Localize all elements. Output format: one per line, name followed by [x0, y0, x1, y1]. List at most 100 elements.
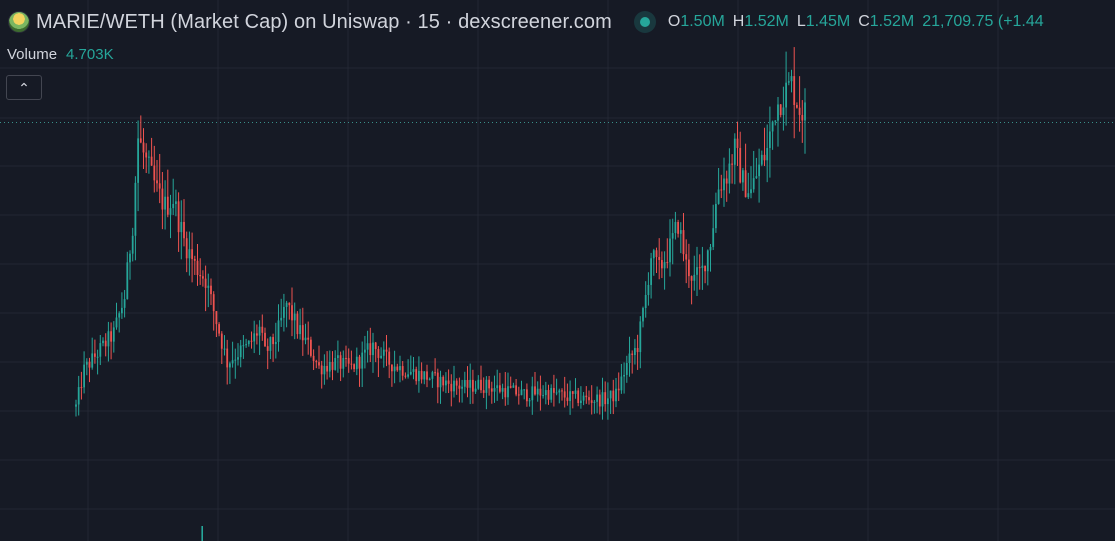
volume-label: Volume: [7, 46, 58, 63]
candle-body: [312, 355, 315, 361]
candle-body: [207, 285, 210, 288]
candle-body: [183, 221, 185, 239]
candle-body: [126, 262, 129, 300]
volume-bars-group: [201, 526, 203, 541]
candle-body: [574, 390, 577, 394]
candle-body: [188, 249, 191, 259]
chevron-up-icon: ⌃: [18, 79, 30, 96]
candle-body: [401, 366, 404, 376]
candle-body: [153, 165, 156, 181]
candle-body: [164, 196, 166, 210]
candle-body: [553, 388, 555, 393]
candle-body: [461, 386, 463, 389]
candle-body: [736, 138, 739, 148]
candle-body: [339, 355, 342, 369]
low-label: L: [796, 13, 806, 30]
candle-body: [501, 388, 504, 392]
candle-body: [455, 380, 458, 386]
candle-body: [550, 388, 553, 400]
candle-body: [679, 230, 682, 234]
candle-body: [787, 81, 790, 83]
candle-body: [215, 311, 218, 325]
candle-body: [280, 317, 283, 321]
candle-body: [523, 389, 526, 391]
candle-body: [723, 178, 725, 191]
candle-body: [169, 208, 172, 215]
candle-body: [580, 400, 582, 404]
candle-body: [709, 246, 712, 251]
candle-body: [474, 388, 477, 392]
candle-body: [296, 313, 299, 335]
candle-body: [83, 364, 85, 388]
candle-body: [239, 345, 242, 358]
marie-token-icon[interactable]: [8, 11, 30, 33]
candle-body: [644, 294, 647, 309]
candle-body: [121, 307, 123, 314]
candle-body: [485, 379, 488, 393]
candle-body: [752, 178, 755, 190]
candle-body: [366, 343, 369, 350]
symbol-title[interactable]: MARIE/WETH (Market Cap) on Uniswap · 15 …: [36, 11, 612, 34]
candle-body: [409, 371, 412, 375]
candle-body: [245, 344, 247, 346]
candle-body: [301, 325, 304, 341]
candle-body: [129, 253, 131, 263]
candle-body: [582, 395, 585, 401]
candle-body: [763, 154, 766, 161]
price-chart[interactable]: [0, 0, 1115, 541]
candle-body: [242, 345, 245, 347]
candle-body: [682, 230, 685, 255]
candle-body: [374, 342, 377, 350]
candle-body: [750, 189, 752, 194]
market-status-icon[interactable]: [633, 11, 656, 33]
candle-body: [612, 390, 615, 402]
candle-body: [796, 105, 798, 108]
candle-body: [134, 182, 137, 236]
close-value: 1.52M: [869, 13, 915, 30]
candle-body: [256, 333, 258, 336]
candle-body: [607, 398, 609, 405]
collapse-legend-button[interactable]: ⌃: [6, 75, 42, 100]
candle-body: [628, 353, 631, 364]
candle-body: [472, 379, 474, 392]
candle-body: [490, 388, 493, 392]
candle-body: [771, 121, 774, 132]
candle-body: [588, 397, 590, 401]
candle-body: [715, 203, 717, 229]
candle-body: [185, 238, 188, 259]
ohlc-values: O 1.50M H 1.52M L 1.45M C 1.52M 21,709.75 (+…: [668, 13, 1044, 31]
candle-body: [158, 183, 161, 189]
candle-body: [636, 348, 639, 353]
candle-body: [318, 362, 320, 366]
candle-body: [369, 343, 372, 356]
candle-body: [393, 366, 396, 372]
candle-body: [150, 156, 153, 166]
candle-body: [450, 383, 453, 392]
candle-body: [512, 385, 515, 388]
candle-body: [355, 356, 358, 370]
low-value: 1.45M: [805, 13, 851, 30]
candle-body: [801, 114, 804, 121]
candle-body: [693, 274, 696, 281]
candle-body: [104, 340, 107, 347]
candle-body: [547, 390, 550, 400]
candle-body: [148, 156, 150, 158]
candle-body: [517, 394, 520, 396]
candle-body: [107, 331, 110, 347]
candle-body: [80, 387, 83, 389]
chart-legend: MARIE/WETH (Market Cap) on Uniswap · 15 …: [0, 6, 1115, 38]
candle-body: [482, 390, 485, 393]
candle-body: [142, 142, 145, 153]
candle-body: [779, 104, 782, 115]
volume-bar: [201, 526, 203, 541]
candle-body: [774, 120, 777, 122]
candle-body: [706, 250, 709, 272]
candles-group: [75, 47, 806, 420]
candle-body: [442, 376, 445, 386]
close-label: C: [858, 13, 870, 30]
high-label: H: [732, 13, 745, 30]
candle-body: [690, 276, 693, 281]
candle-body: [85, 361, 88, 365]
candle-body: [793, 76, 796, 106]
candle-body: [161, 188, 164, 210]
